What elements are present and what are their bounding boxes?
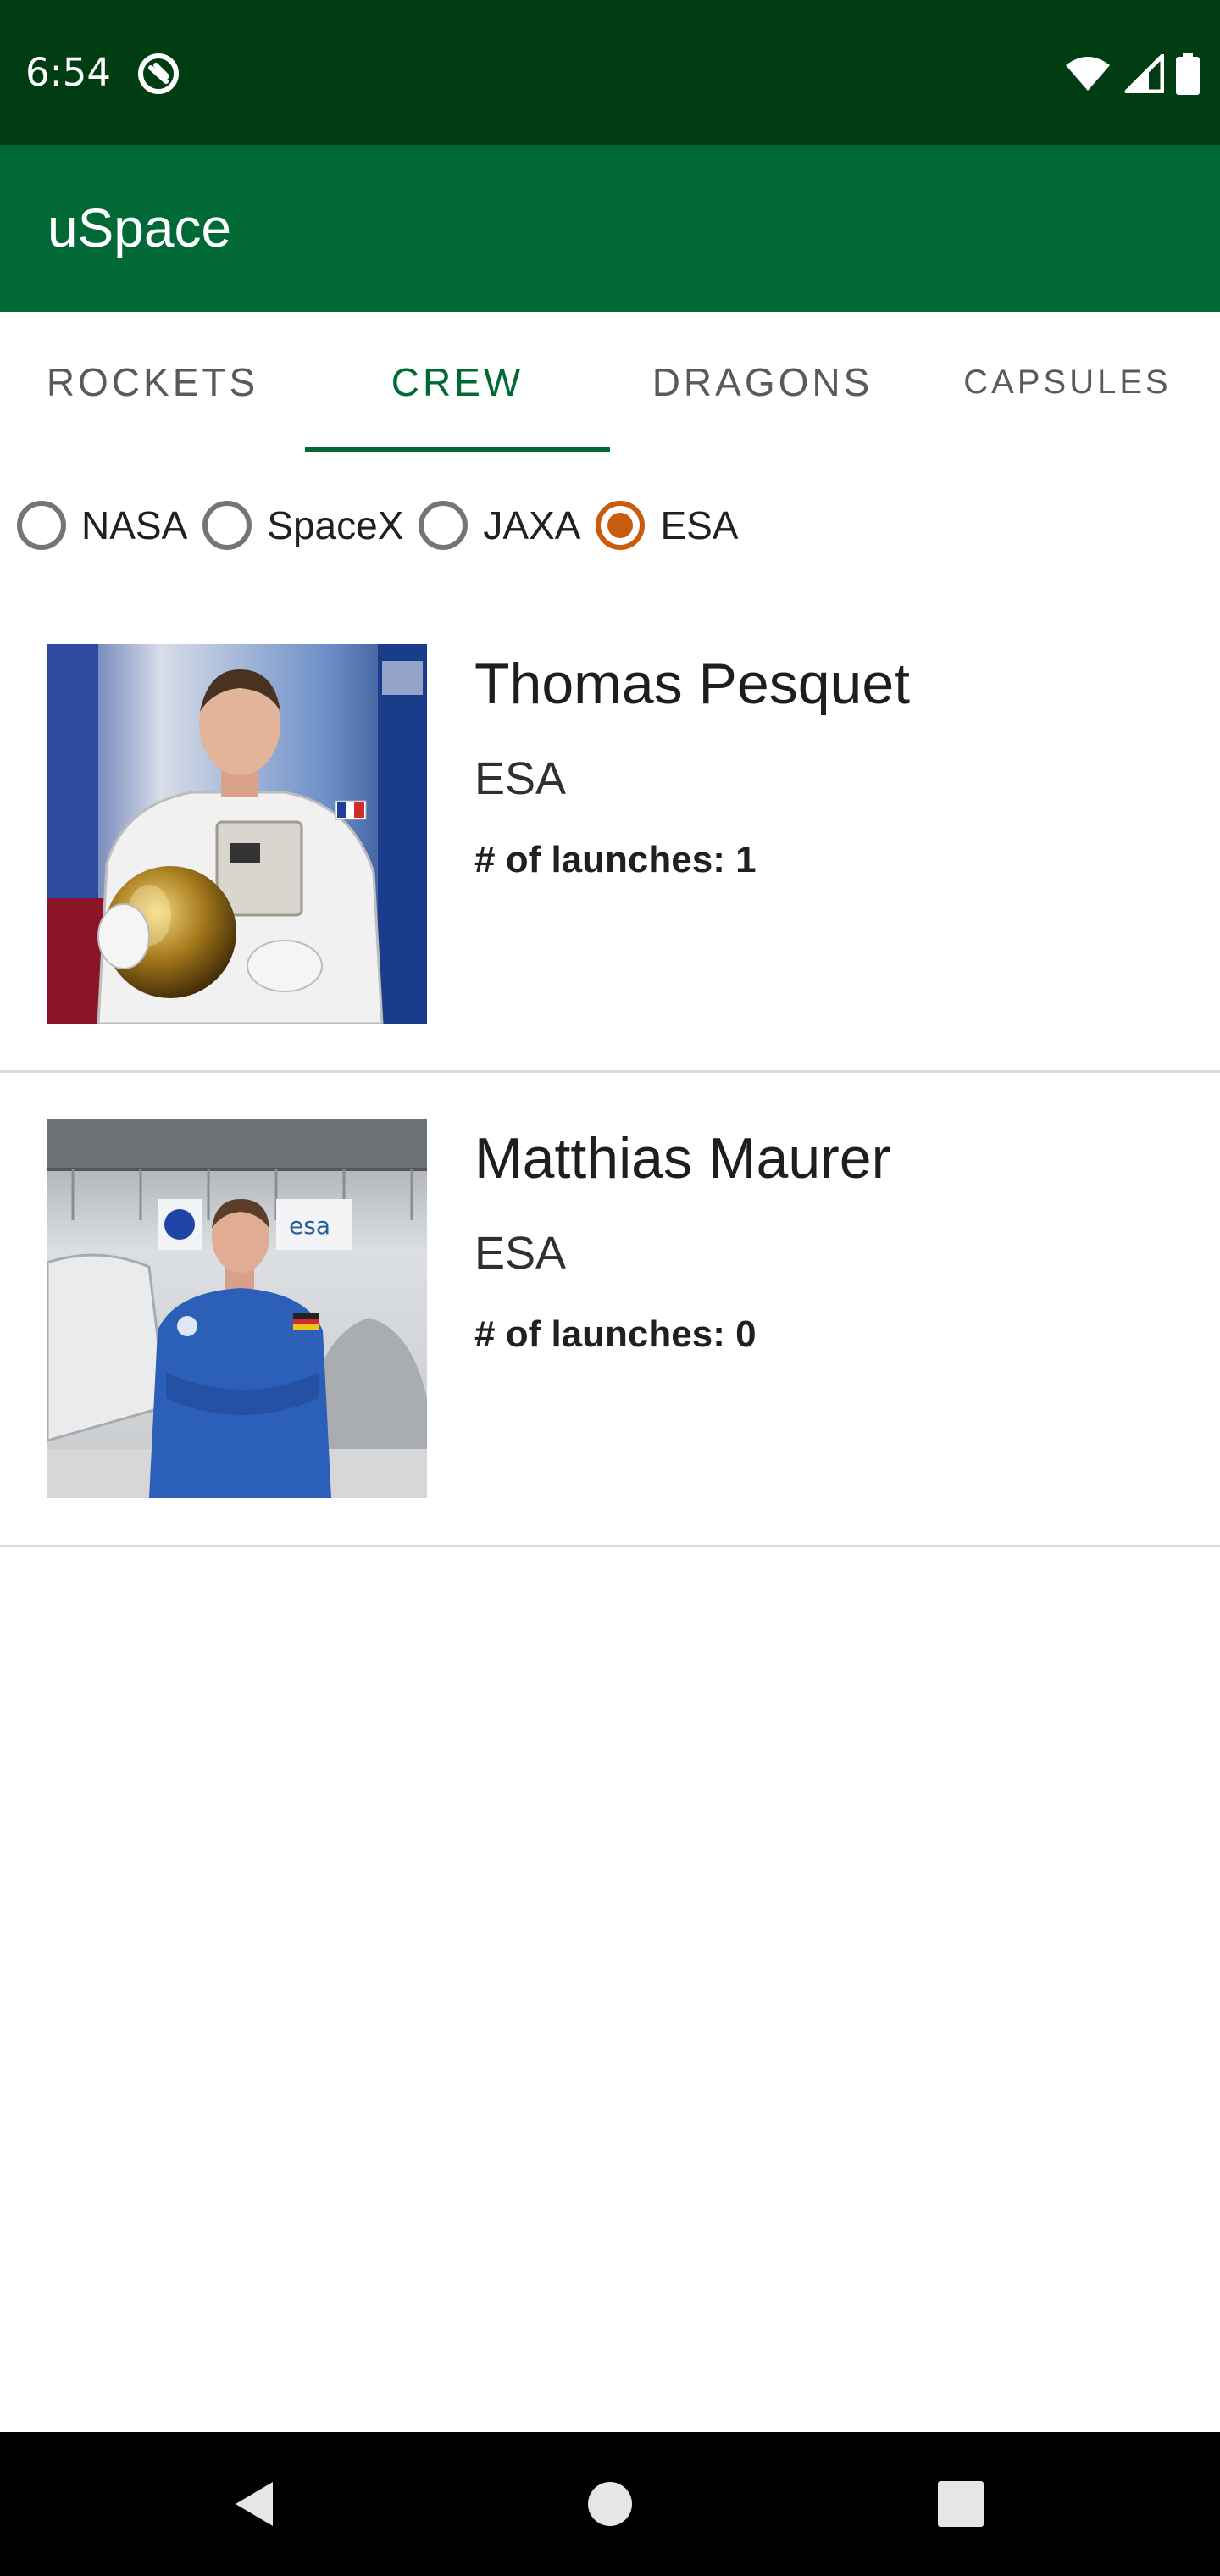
home-button[interactable] — [542, 2432, 678, 2576]
radio-button-unchecked[interactable] — [17, 501, 66, 550]
radio-button-unchecked[interactable] — [419, 501, 469, 550]
radio-label-nasa: NASA — [81, 503, 188, 547]
crew-card[interactable]: Thomas Pesquet ESA # of launches: 1 — [0, 598, 1220, 1073]
radio-esa[interactable]: ESA — [596, 501, 738, 550]
tab-dragons[interactable]: DRAGONS — [610, 312, 915, 452]
crew-launch-count: # of launches: 1 — [474, 839, 757, 880]
tab-rockets[interactable]: ROCKETS — [0, 312, 305, 452]
status-time: 6:54 — [25, 50, 112, 95]
crew-agency: ESA — [474, 753, 567, 804]
radio-button-checked[interactable] — [596, 501, 646, 550]
astronaut-flight-suit-photo: esa — [47, 1119, 427, 1498]
status-icons — [1064, 51, 1200, 97]
recents-icon — [938, 2481, 984, 2527]
navigation-bar — [0, 2432, 1220, 2576]
radio-spacex[interactable]: SpaceX — [202, 501, 403, 550]
radio-label-jaxa: JAXA — [483, 503, 581, 547]
wifi-icon — [1066, 57, 1110, 91]
radio-label-esa: ESA — [660, 503, 739, 547]
back-icon — [236, 2482, 273, 2526]
cell-signal-icon — [1124, 54, 1164, 93]
crew-launch-count: # of launches: 0 — [474, 1313, 757, 1355]
home-icon — [588, 2482, 632, 2526]
tab-crew[interactable]: CREW — [305, 312, 610, 452]
svg-text:esa: esa — [289, 1212, 330, 1240]
recents-button[interactable] — [893, 2432, 1029, 2576]
crew-name: Matthias Maurer — [474, 1126, 891, 1191]
tab-bar: ROCKETS CREW DRAGONS CAPSULES — [0, 312, 1220, 452]
status-bar: 6:54 — [0, 0, 1220, 145]
agency-filter: NASA SpaceX JAXA ESA — [17, 491, 753, 559]
radio-button-unchecked[interactable] — [202, 501, 252, 550]
app-title: uSpace — [47, 197, 232, 258]
radio-jaxa[interactable]: JAXA — [419, 501, 580, 550]
astronaut-spacesuit-photo — [47, 644, 427, 1024]
crew-name: Thomas Pesquet — [474, 652, 911, 716]
app-notification-icon — [138, 53, 179, 94]
crew-agency: ESA — [474, 1228, 567, 1279]
crew-list: Thomas Pesquet ESA # of launches: 1 esa … — [0, 598, 1220, 1547]
radio-nasa[interactable]: NASA — [17, 501, 187, 550]
crew-card[interactable]: esa Matthias Maurer ESA # of launches: 0 — [0, 1073, 1220, 1547]
app-bar: uSpace — [0, 145, 1220, 312]
tab-capsules[interactable]: CAPSULES — [915, 312, 1220, 452]
back-button[interactable] — [186, 2432, 322, 2576]
battery-icon — [1176, 53, 1200, 95]
radio-label-spacex: SpaceX — [267, 503, 404, 547]
